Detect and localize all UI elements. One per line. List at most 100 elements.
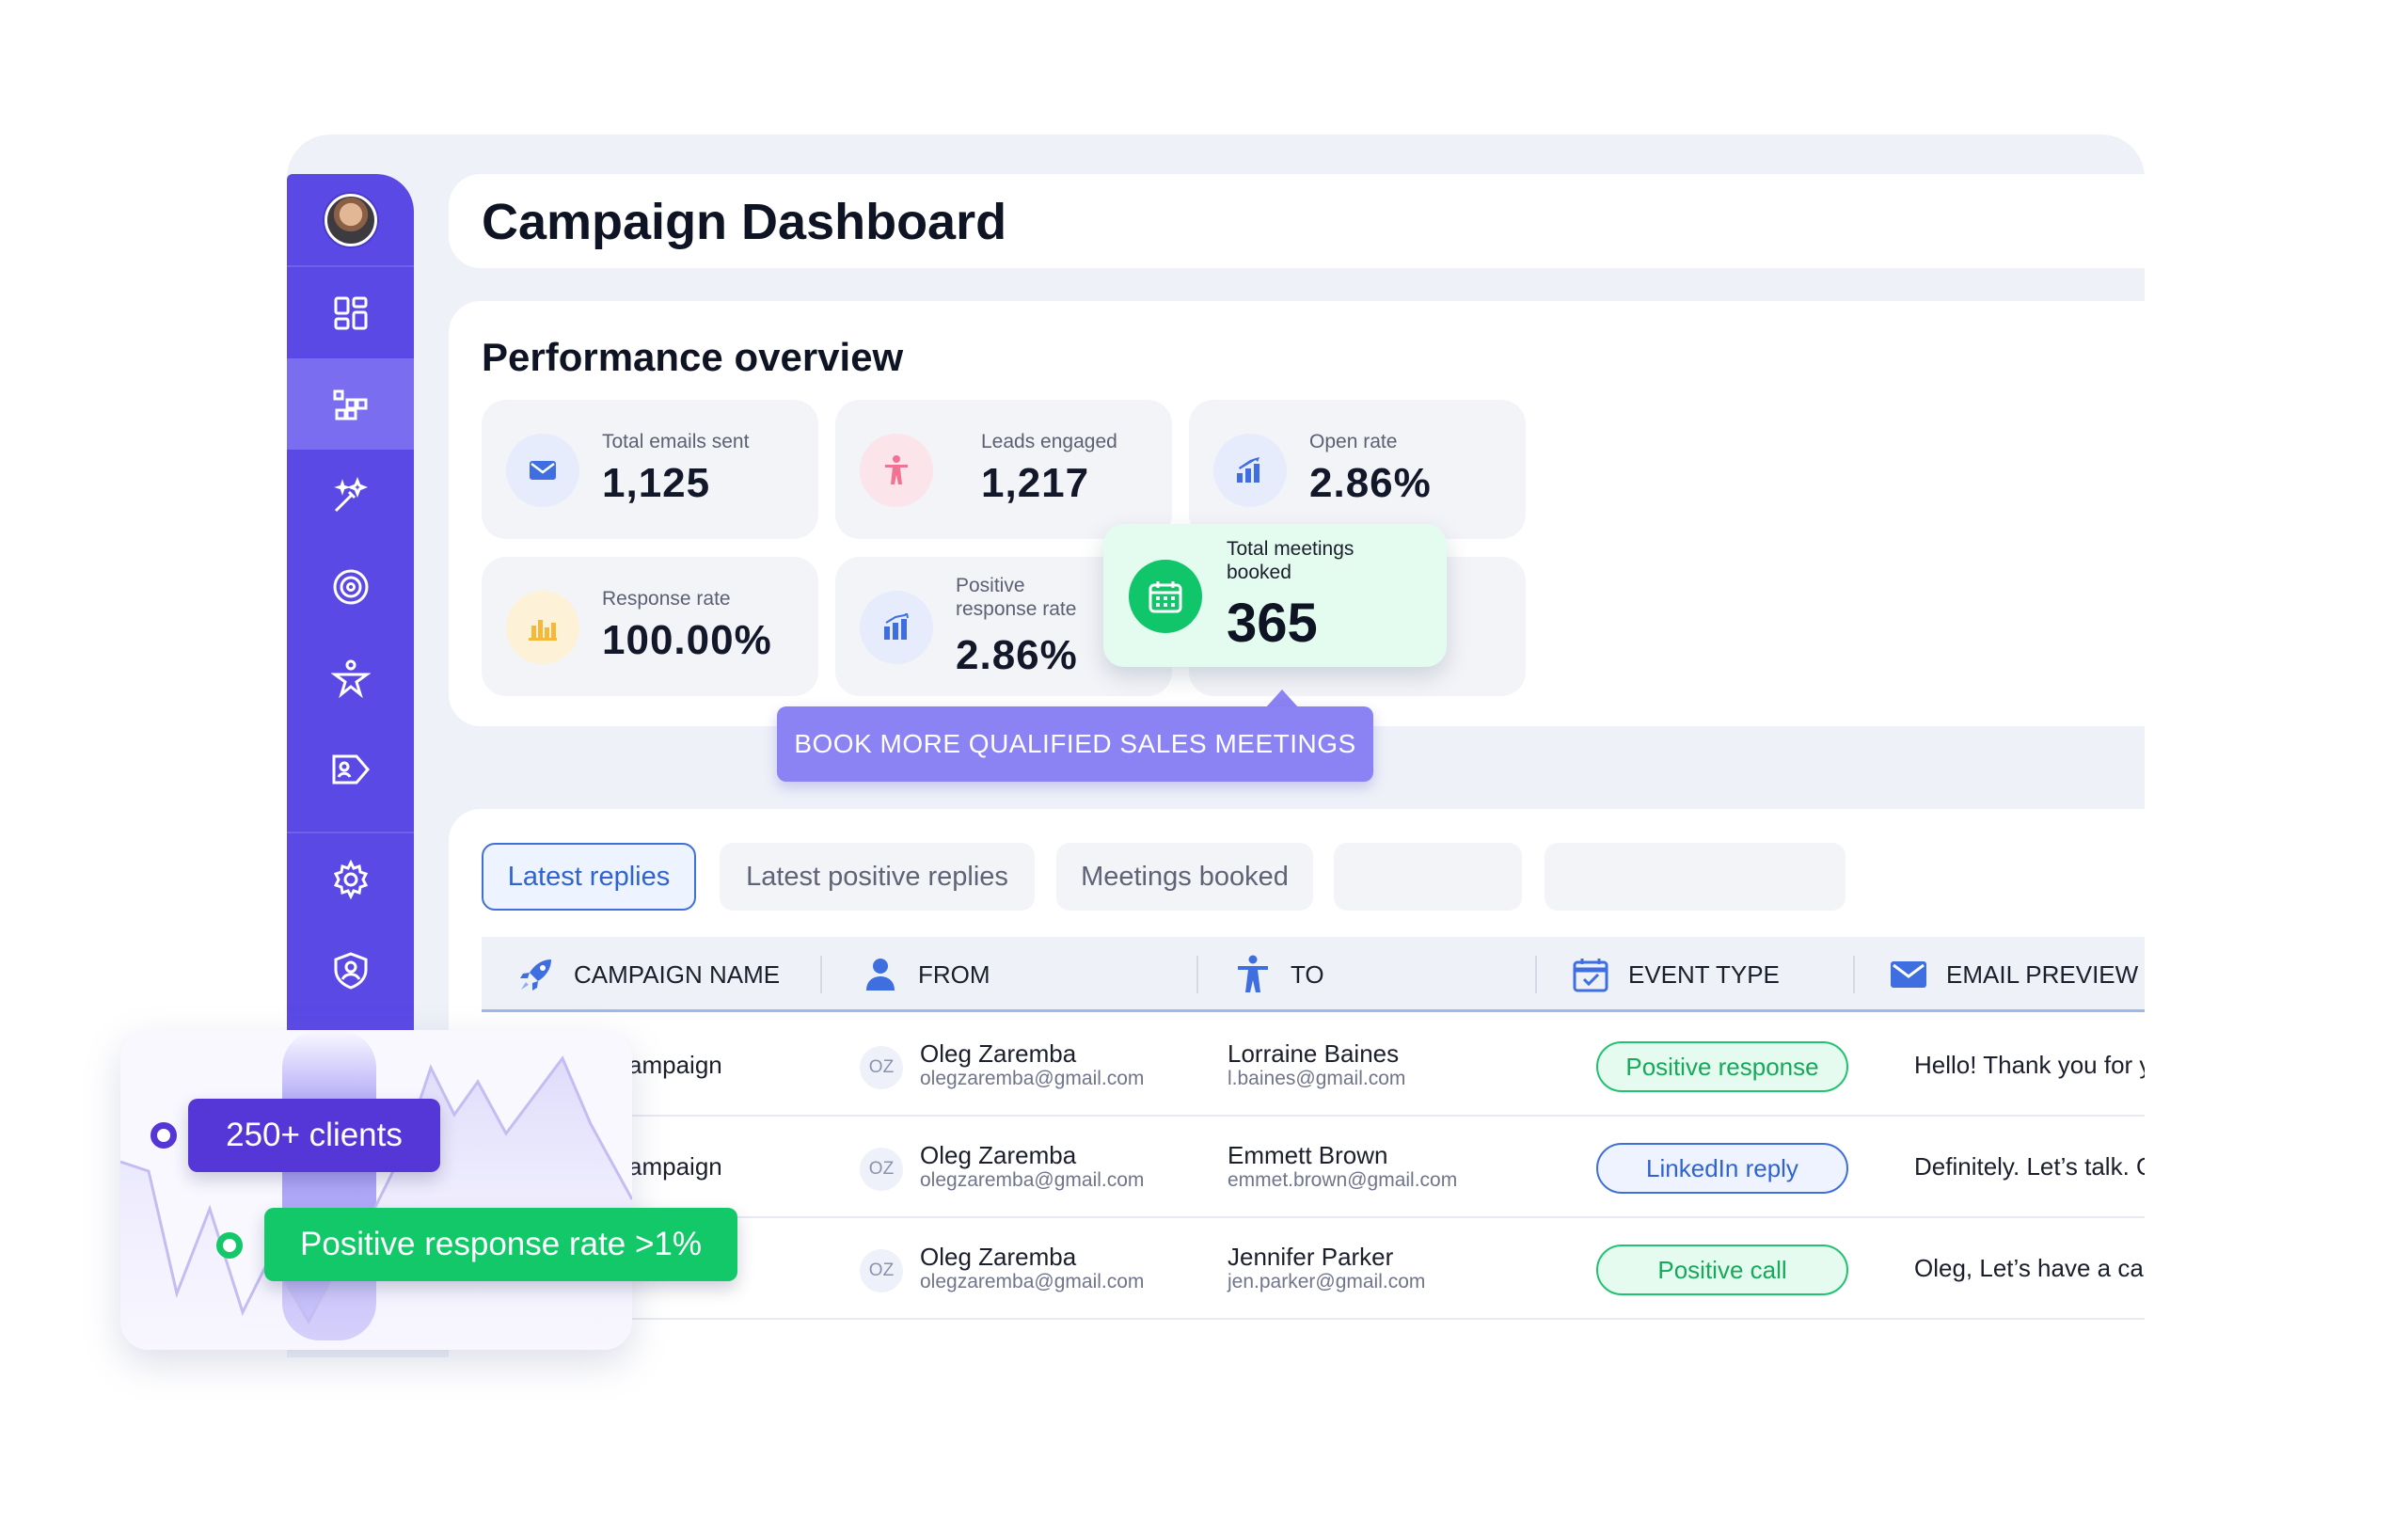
stat-label: Positive response rate — [956, 575, 1077, 620]
column-label: EMAIL PREVIEW — [1946, 959, 2139, 989]
envelope-icon — [1888, 954, 1929, 995]
clients-badge: 250+ clients — [188, 1099, 440, 1172]
stat-label: Response rate — [602, 588, 731, 610]
sidebar-item-security[interactable] — [287, 925, 414, 1016]
user-icon — [860, 954, 901, 995]
sender-avatar: OZ — [860, 1249, 903, 1292]
table-header: CAMPAIGN NAME FROM TO EVENT TYPE EMAIL P… — [482, 937, 2145, 1012]
column-campaign-name[interactable]: CAMPAIGN NAME — [515, 937, 780, 1012]
meetings-booked-card: Total meetings booked 365 — [1103, 524, 1447, 667]
stat-value: 2.86% — [956, 632, 1078, 678]
column-from[interactable]: FROM — [860, 937, 990, 1012]
tab-placeholder — [1545, 843, 1846, 911]
from-name: Oleg Zaremba — [920, 1243, 1077, 1271]
to-email: jen.parker@gmail.com — [1228, 1271, 1426, 1292]
column-label: TO — [1291, 959, 1324, 989]
column-label: FROM — [918, 959, 990, 989]
stat-total-emails: Total emails sent 1,125 — [482, 400, 818, 539]
star-person-icon — [330, 659, 371, 698]
page-title: Campaign Dashboard — [482, 194, 1007, 250]
to-email: l.baines@gmail.com — [1228, 1068, 1406, 1089]
envelope-icon — [506, 434, 579, 507]
tab-latest-positive-replies[interactable]: Latest positive replies — [720, 843, 1035, 911]
column-email-preview[interactable]: EMAIL PREVIEW — [1888, 937, 2138, 1012]
sender-avatar: OZ — [860, 1148, 903, 1191]
calendar-icon — [1129, 560, 1202, 633]
to-email: emmet.brown@gmail.com — [1228, 1169, 1458, 1191]
calendar-check-icon — [1570, 954, 1611, 995]
magic-wand-icon — [333, 476, 368, 512]
avatar — [324, 193, 377, 246]
email-preview: Definitely. Let’s talk. On Tu — [1914, 1151, 2145, 1181]
tab-meetings-booked[interactable]: Meetings booked — [1056, 843, 1313, 911]
stat-value: 1,125 — [602, 460, 711, 506]
header: Campaign Dashboard — [449, 174, 2145, 268]
stat-leads-engaged: Leads engaged 1,217 — [835, 400, 1172, 539]
to-name: Lorraine Baines — [1228, 1039, 1400, 1068]
person-icon — [860, 434, 933, 507]
meetings-label: Total meetings booked — [1227, 538, 1354, 583]
column-label: CAMPAIGN NAME — [574, 959, 781, 989]
from-email: olegzaremba@gmail.com — [920, 1271, 1145, 1292]
contact-tag-icon — [332, 754, 370, 784]
stat-value: 1,217 — [981, 460, 1090, 506]
rocket-icon — [515, 954, 557, 995]
growth-widget — [120, 1030, 632, 1350]
sidebar-item-ai[interactable] — [287, 450, 414, 541]
stat-value: 2.86% — [1309, 460, 1432, 506]
replies-panel: Latest replies Latest positive replies M… — [449, 809, 2145, 1392]
positive-rate-marker — [216, 1232, 243, 1259]
column-label: EVENT TYPE — [1628, 959, 1780, 989]
campaign-name: ampaign — [628, 1050, 722, 1079]
table-row[interactable]: ampaign OZ Oleg Zaremba olegzaremba@gmai… — [482, 1117, 2145, 1218]
table-row[interactable]: ampaign OZ Oleg Zaremba olegzaremba@gmai… — [482, 1015, 2145, 1117]
email-preview: Hello! Thank you for your — [1914, 1050, 2145, 1079]
dashboard-icon — [334, 296, 367, 329]
tab-latest-replies[interactable]: Latest replies — [482, 843, 696, 911]
person-icon — [1232, 954, 1274, 995]
event-type-badge[interactable]: Positive response — [1596, 1041, 1848, 1092]
stat-label: Total emails sent — [602, 431, 750, 452]
sidebar-avatar[interactable] — [287, 174, 414, 265]
to-name: Emmett Brown — [1228, 1141, 1388, 1169]
sidebar-item-targets[interactable] — [287, 541, 414, 632]
shield-user-icon — [334, 951, 367, 990]
gear-icon — [333, 859, 368, 899]
stat-open-rate: Open rate 2.86% — [1189, 400, 1526, 539]
sidebar-item-campaigns[interactable] — [287, 358, 414, 450]
positive-rate-badge: Positive response rate >1% — [264, 1208, 737, 1281]
sidebar-item-leads[interactable] — [287, 632, 414, 723]
from-name: Oleg Zaremba — [920, 1039, 1077, 1068]
tab-placeholder — [1334, 843, 1522, 911]
from-name: Oleg Zaremba — [920, 1141, 1077, 1169]
clients-marker — [150, 1122, 177, 1149]
event-type-badge[interactable]: LinkedIn reply — [1596, 1143, 1848, 1194]
sidebar — [287, 174, 414, 1030]
performance-title: Performance overview — [482, 335, 904, 379]
stat-label: Leads engaged — [981, 431, 1117, 452]
book-meetings-button[interactable]: BOOK MORE QUALIFIED SALES MEETINGS — [777, 706, 1373, 782]
stat-label: Open rate — [1309, 431, 1398, 452]
sidebar-item-settings[interactable] — [287, 833, 414, 925]
sidebar-item-contacts[interactable] — [287, 723, 414, 815]
growth-sparkline — [120, 1030, 632, 1350]
stat-response-rate: Response rate 100.00% — [482, 557, 818, 696]
from-email: olegzaremba@gmail.com — [920, 1169, 1145, 1191]
stat-value: 100.00% — [602, 617, 772, 663]
column-to[interactable]: TO — [1232, 937, 1324, 1012]
from-email: olegzaremba@gmail.com — [920, 1068, 1145, 1089]
bar-chart-icon — [860, 591, 933, 664]
bar-chart-icon — [506, 591, 579, 664]
event-type-badge[interactable]: Positive call — [1596, 1245, 1848, 1295]
growth-chart-icon — [1213, 434, 1287, 507]
column-event-type[interactable]: EVENT TYPE — [1570, 937, 1780, 1012]
sidebar-item-dashboard[interactable] — [287, 267, 414, 358]
meetings-value: 365 — [1227, 593, 1318, 654]
campaigns-icon — [333, 389, 367, 420]
email-preview: Oleg, Let’s have a call nex — [1914, 1253, 2145, 1282]
to-name: Jennifer Parker — [1228, 1243, 1394, 1271]
target-icon — [333, 569, 368, 604]
campaign-name: ampaign — [628, 1151, 722, 1181]
sender-avatar: OZ — [860, 1046, 903, 1089]
cta-pointer — [1265, 690, 1299, 708]
